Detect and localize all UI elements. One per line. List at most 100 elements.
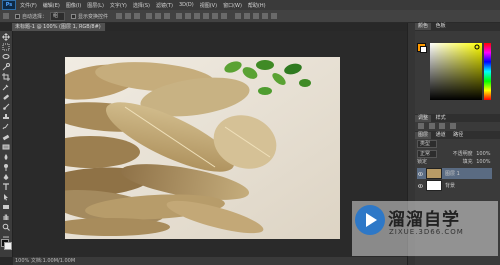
distribute-right-icon[interactable] [221, 13, 228, 19]
blend-mode-dropdown[interactable]: 正常 [417, 150, 438, 158]
marquee-tool-icon[interactable] [2, 43, 10, 51]
auto-select-checkbox[interactable] [15, 13, 20, 19]
fill-value[interactable]: 100% [476, 159, 490, 165]
tab-paths[interactable]: 路径 [450, 132, 466, 139]
menu-type[interactable]: 文字(Y) [110, 2, 127, 9]
panel-background-swatch[interactable] [420, 46, 427, 53]
background-color-swatch[interactable] [4, 242, 12, 250]
move-tool-icon[interactable] [2, 33, 10, 41]
layer-kind-dropdown[interactable]: 类型 [417, 140, 438, 148]
tab-styles[interactable]: 样式 [433, 115, 449, 122]
color-picker-field[interactable] [430, 43, 482, 100]
visibility-eye-icon[interactable] [417, 183, 424, 188]
rectangle-tool-icon[interactable] [2, 203, 10, 211]
layers-panel-tabs: 图层 通道 路径 [415, 131, 500, 139]
brightness-adjust-icon[interactable] [418, 123, 424, 129]
distribute-middle-icon[interactable] [185, 13, 192, 19]
3d-mode-icon[interactable] [235, 13, 242, 19]
menu-window[interactable]: 窗口(W) [223, 2, 242, 9]
opacity-label: 不透明度 [452, 151, 473, 157]
watermark-title: 溜溜自学 [388, 210, 460, 230]
exposure-adjust-icon[interactable] [449, 123, 456, 129]
tab-channels[interactable]: 通道 [433, 132, 449, 139]
menu-layer[interactable]: 图层(L) [87, 2, 104, 9]
menu-edit[interactable]: 编辑(E) [43, 2, 60, 9]
layer-thumbnail [426, 168, 442, 179]
quick-select-tool-icon[interactable] [2, 63, 10, 71]
auto-select-option[interactable]: 自动选择： 组 [15, 11, 66, 21]
levels-adjust-icon[interactable] [428, 123, 435, 129]
zoom-tool-icon[interactable] [2, 223, 10, 231]
blend-opacity-row: 正常 不透明度 100% [417, 150, 497, 158]
transform-controls-checkbox[interactable] [71, 13, 77, 19]
lock-fill-row: 锁定 填充 100% [417, 158, 497, 166]
tab-swatches[interactable]: 色板 [433, 23, 449, 30]
tab-adjustments[interactable]: 调整 [415, 115, 432, 122]
layer-name[interactable]: 背景 [445, 182, 455, 189]
gradient-tool-icon[interactable] [2, 143, 10, 151]
auto-select-label: 自动选择： [22, 13, 48, 20]
3d-pan-icon[interactable] [262, 13, 269, 19]
menu-file[interactable]: 文件(F) [20, 2, 37, 9]
hand-tool-icon[interactable] [2, 213, 10, 221]
3d-slide-icon[interactable] [271, 13, 278, 19]
tab-layers[interactable]: 图层 [415, 132, 432, 139]
distribute-center-icon[interactable] [212, 13, 219, 19]
adjust-panel-tabs: 调整 样式 [415, 114, 500, 122]
dodge-tool-icon[interactable] [2, 163, 10, 171]
path-selection-tool-icon[interactable] [2, 193, 10, 201]
layer-name[interactable]: 图层 1 [445, 170, 460, 177]
align-right-icon[interactable] [164, 13, 171, 19]
document-tab[interactable]: 未标题-1 @ 100% (图层 1, RGB/8#) [12, 23, 106, 31]
eraser-tool-icon[interactable] [2, 133, 10, 141]
curves-adjust-icon[interactable] [439, 123, 446, 129]
opacity-value[interactable]: 100% [476, 151, 490, 157]
healing-brush-tool-icon[interactable] [2, 93, 10, 101]
layer-row[interactable]: 背景 [417, 180, 492, 191]
visibility-eye-icon[interactable] [417, 171, 424, 176]
menu-image[interactable]: 图像(I) [66, 2, 81, 9]
3d-rotate-icon[interactable] [244, 13, 251, 19]
layer-row[interactable]: 图层 1 [417, 168, 492, 179]
align-bottom-icon[interactable] [134, 13, 141, 19]
crop-tool-icon[interactable] [2, 73, 10, 81]
lock-label: 锁定 [417, 159, 428, 165]
lasso-tool-icon[interactable] [2, 53, 10, 61]
blur-tool-icon[interactable] [2, 153, 10, 161]
menu-view[interactable]: 视图(V) [200, 2, 217, 9]
menu-filter[interactable]: 滤镜(T) [156, 2, 173, 9]
align-middle-icon[interactable] [125, 13, 132, 19]
brush-tool-icon[interactable] [2, 103, 10, 111]
options-bar: 自动选择： 组 显示变换控件 [0, 10, 500, 23]
fill-label: 填充 [462, 159, 473, 165]
align-top-icon[interactable] [116, 13, 123, 19]
tools-panel [0, 31, 13, 257]
distribute-bottom-icon[interactable] [194, 13, 201, 19]
history-brush-tool-icon[interactable] [2, 123, 10, 131]
layer-kind-filter[interactable]: 类型 [417, 140, 438, 148]
document-image-bay-leaves[interactable] [65, 57, 340, 239]
adjustment-icons-row [415, 123, 500, 131]
type-tool-icon[interactable] [2, 183, 10, 191]
transform-controls-label: 显示变换控件 [78, 13, 109, 20]
menu-bar: Ps 文件(F) 编辑(E) 图像(I) 图层(L) 文字(Y) 选择(S) 滤… [0, 0, 500, 10]
align-center-icon[interactable] [155, 13, 162, 19]
menu-3d[interactable]: 3D(D) [179, 2, 194, 8]
clone-stamp-tool-icon[interactable] [2, 113, 10, 121]
align-left-icon[interactable] [146, 13, 153, 19]
pen-tool-icon[interactable] [2, 173, 10, 181]
hue-slider[interactable] [484, 43, 491, 100]
layer-thumbnail [426, 180, 442, 191]
tab-color[interactable]: 颜色 [415, 23, 432, 30]
auto-select-dropdown[interactable]: 组 [50, 11, 66, 21]
move-tool-icon[interactable] [3, 13, 9, 19]
watermark-url: ZIXUE.3D66.COM [389, 228, 464, 236]
eyedropper-tool-icon[interactable] [2, 83, 10, 91]
distribute-left-icon[interactable] [203, 13, 210, 19]
menu-help[interactable]: 帮助(H) [248, 2, 266, 9]
transform-controls-option[interactable]: 显示变换控件 [71, 13, 108, 20]
distribute-top-icon[interactable] [176, 13, 183, 19]
status-bar: 100% 文档:1.00M/1.00M [13, 257, 407, 265]
menu-select[interactable]: 选择(S) [133, 2, 150, 9]
3d-roll-icon[interactable] [253, 13, 260, 19]
